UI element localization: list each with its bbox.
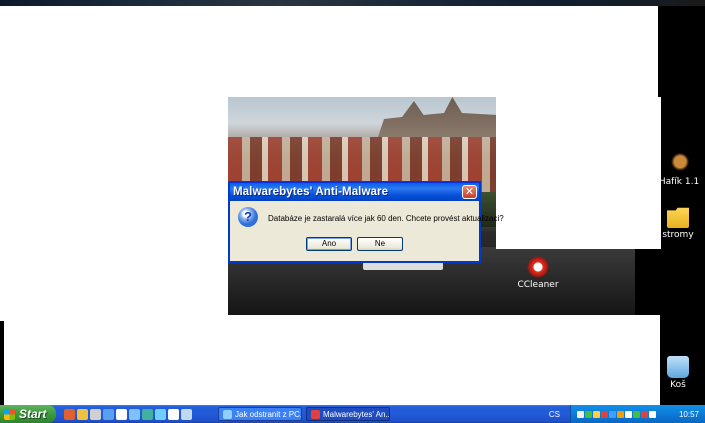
tray-icon[interactable]: [609, 410, 616, 418]
start-label: Start: [19, 407, 47, 421]
taskbar-task[interactable]: Malwarebytes' An...: [306, 407, 390, 421]
ccleaner-icon: [527, 256, 549, 278]
desktop: Hafík 1.1 stromy CCleaner Koš Malwarebyt…: [0, 0, 705, 405]
tray-icon[interactable]: [625, 410, 632, 418]
quicklaunch-app-icon[interactable]: [90, 408, 101, 420]
task-label: Jak odstranit z PC...: [235, 409, 302, 419]
document-icon[interactable]: [168, 408, 179, 420]
desktop-icon-label: CCleaner: [517, 280, 559, 290]
system-tray: 10:57: [570, 405, 705, 423]
task-label: Malwarebytes' An...: [323, 409, 390, 419]
tray-icon[interactable]: [577, 410, 584, 418]
clock: 10:57: [678, 409, 699, 419]
ie-icon[interactable]: [103, 408, 114, 420]
desktop-icon-stromy[interactable]: stromy: [655, 206, 701, 240]
desktop-icon-label: stromy: [662, 230, 694, 240]
blank-region: [4, 315, 660, 405]
tray-icon[interactable]: [641, 410, 648, 418]
dialog-titlebar[interactable]: Malwarebytes' Anti-Malware ✕: [230, 183, 479, 201]
question-icon: ?: [238, 207, 258, 227]
dialog-message: Databáze je zastaralá více jak 60 den. C…: [268, 214, 504, 223]
close-icon[interactable]: ✕: [462, 185, 477, 199]
boat-shape: [363, 262, 443, 270]
tray-icon[interactable]: [585, 410, 592, 418]
quicklaunch-app-icon[interactable]: [129, 408, 140, 420]
dog-icon: [668, 153, 690, 175]
malwarebytes-icon: [311, 409, 320, 419]
windows-logo-icon: [4, 408, 15, 420]
quicklaunch-app-icon[interactable]: [181, 408, 192, 420]
update-dialog: Malwarebytes' Anti-Malware ✕ ? Databáze …: [229, 182, 504, 262]
taskbar: Start Jak odstranit z PC... Malwarebytes…: [0, 405, 705, 423]
start-button[interactable]: Start: [0, 405, 56, 423]
blank-region: [0, 6, 658, 97]
tray-icon[interactable]: [633, 410, 640, 418]
ie-icon: [223, 409, 232, 419]
desktop-icon-ccleaner[interactable]: CCleaner: [515, 256, 561, 290]
desktop-icon-label: Koš: [670, 380, 686, 390]
tray-icon[interactable]: [593, 410, 600, 418]
tray-icon[interactable]: [617, 410, 624, 418]
blank-region: [496, 97, 661, 249]
quicklaunch-app-icon[interactable]: [77, 408, 88, 420]
quick-launch: [64, 408, 192, 420]
recycle-bin-icon: [667, 356, 689, 378]
dialog-title: Malwarebytes' Anti-Malware: [233, 186, 389, 198]
quicklaunch-app-icon[interactable]: [155, 408, 166, 420]
taskbar-task[interactable]: Jak odstranit z PC...: [218, 407, 302, 421]
language-indicator[interactable]: CS: [549, 410, 560, 419]
tray-icon[interactable]: [601, 410, 608, 418]
no-button[interactable]: Ne: [357, 237, 403, 251]
dialog-body: ? Databáze je zastaralá více jak 60 den.…: [230, 201, 504, 261]
blank-region: [0, 97, 228, 321]
tray-icon[interactable]: [649, 410, 656, 418]
desktop-icon-kos[interactable]: Koš: [655, 356, 701, 390]
quicklaunch-app-icon[interactable]: [142, 408, 153, 420]
folder-icon: [667, 207, 689, 228]
castle-shape: [378, 97, 498, 137]
quicklaunch-app-icon[interactable]: [116, 408, 127, 420]
quicklaunch-app-icon[interactable]: [64, 408, 75, 420]
desktop-icon-label: Hafík 1.1: [658, 177, 700, 187]
desktop-icon-hafik[interactable]: Hafík 1.1: [656, 153, 702, 187]
yes-button[interactable]: Ano: [306, 237, 352, 251]
